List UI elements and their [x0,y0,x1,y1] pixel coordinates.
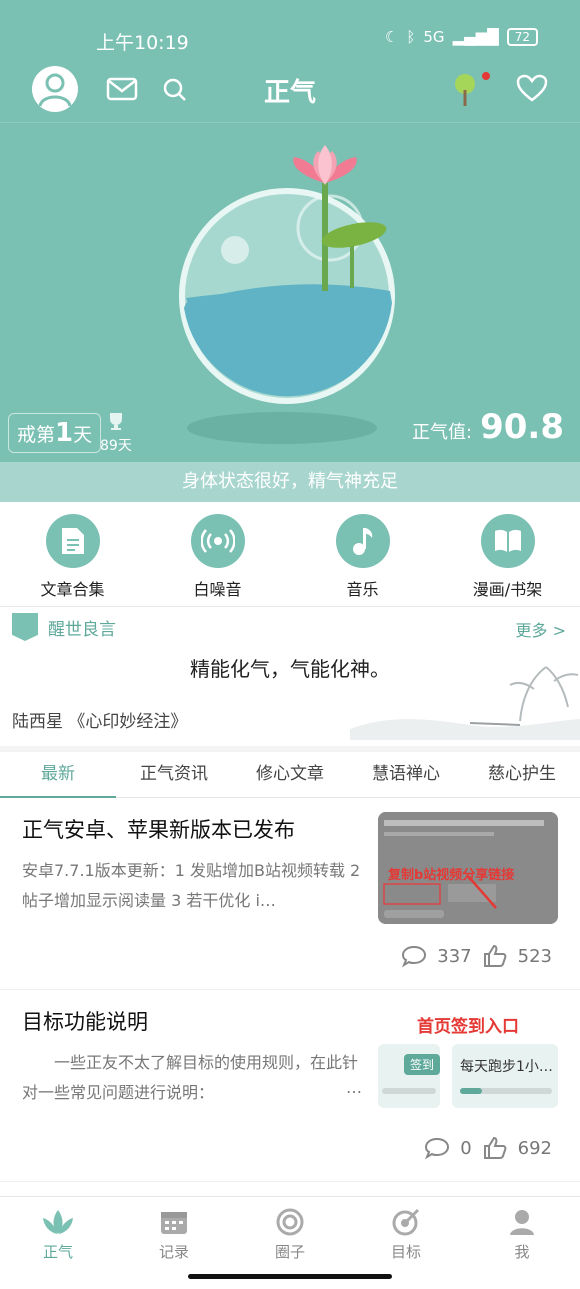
moon-icon: ☾ [384,28,399,46]
like-count: 692 [517,1137,552,1159]
status-bar: 上午10:19 ☾ ᛒ 5G ▂▄▆█ 72 [0,0,580,60]
more-link[interactable]: 更多 > [516,617,567,641]
trophy-icon [109,413,122,430]
thumbnail-goal-text: 每天跑步1小… [460,1059,553,1075]
quote-section-title: 醒世良言 [48,619,116,640]
day-prefix: 戒第 [17,424,56,446]
thumbs-up-icon[interactable] [482,1136,508,1160]
article-summary: 安卓7.7.1版本更新：1 发贴增加B站视频转载 2 帖子增加显示阅读量 3 若… [22,861,361,910]
best-days: 89天 [100,438,132,454]
comment-count: 0 [460,1137,472,1159]
quick-link-articles[interactable]: 文章合集 [0,502,145,606]
article-thumbnail: 复制b站视频分享链接 [378,812,558,924]
target-icon [392,1208,420,1236]
tab-articles[interactable]: 修心文章 [232,752,348,797]
document-icon [45,514,100,568]
quick-link-label: 白噪音 [193,580,242,599]
calendar-icon [161,1212,187,1234]
bluetooth-icon: ᛒ [406,28,416,46]
thumbnail-card-right: 每天跑步1小… [452,1044,558,1108]
article-card[interactable]: 正气安卓、苹果新版本已发布 安卓7.7.1版本更新：1 发贴增加B站视频转载 2… [0,798,580,990]
nav-label: 正气 [42,1243,73,1261]
nav-label: 我 [514,1243,530,1261]
quick-links: 文章合集 白噪音 音乐 漫画/书架 [0,502,580,606]
like-count: 523 [517,945,552,967]
quick-link-label: 文章合集 [40,580,105,599]
article-title: 目标功能说明 [22,1010,148,1034]
page-title: 正气 [263,78,316,108]
day-number: 1 [55,418,74,448]
article-title: 正气安卓、苹果新版本已发布 [22,818,295,842]
thumbnail-card-left: 签到 [378,1044,440,1108]
quote-section[interactable]: 醒世良言 更多 > 精能化气，气能化神。 陆西星 《心印妙经注》 [0,606,580,740]
tree-icon[interactable] [452,72,478,108]
abstain-day-counter[interactable]: 戒第1天 [8,413,102,453]
network-label: 5G [423,28,445,46]
comment-count: 337 [437,945,472,967]
lotus-icon [43,1210,73,1234]
quick-link-comics[interactable]: 漫画/书架 [435,502,580,606]
tab-latest[interactable]: 最新 [0,752,116,798]
book-icon [480,514,535,568]
body-status-bar: 身体状态很好，精气神充足 [0,462,580,502]
article-stats: 337 523 [401,944,552,968]
nav-item-zhengqi[interactable]: 正气 [0,1197,116,1289]
status-icons: ☾ ᛒ 5G ▂▄▆█ 72 [385,28,538,46]
nav-label: 圈子 [274,1243,305,1261]
value-number: 90.8 [480,407,564,447]
signal-icon: ▂▄▆█ [452,28,499,46]
comment-icon[interactable] [401,944,427,968]
home-indicator[interactable] [188,1274,392,1279]
tab-zen[interactable]: 慧语禅心 [348,752,464,797]
thumbnail-heading: 首页签到入口 [417,1017,519,1037]
category-tabs: 最新 正气资讯 修心文章 慧语禅心 慈心护生 [0,746,580,798]
quote-author: 陆西星 《心印妙经注》 [12,712,188,732]
zhengqi-value: 正气值: 90.8 [412,407,564,447]
article-summary: 一些正友不太了解目标的使用规则，在此针对一些常见问题进行说明： [22,1053,359,1102]
thumbs-up-icon[interactable] [482,944,508,968]
quote-header: 醒世良言 [12,613,116,641]
top-bar: 正气 [0,60,580,122]
day-suffix: 天 [73,424,93,446]
article-thumbnail: 首页签到入口 签到 每天跑步1小… [378,1010,558,1120]
hero-panel: 戒第1天 89天 正气值: 90.8 [0,122,580,462]
heart-icon[interactable] [516,74,548,102]
tab-protect-life[interactable]: 慈心护生 [464,752,580,797]
person-icon [510,1210,534,1235]
summary-ellipsis: … [346,1078,362,1097]
best-record[interactable]: 89天 [100,411,132,455]
status-time: 上午10:19 [96,32,189,54]
quote-text: 精能化气，气能化神。 [190,657,390,681]
value-label: 正气值: [412,422,473,443]
quick-link-music[interactable]: 音乐 [290,502,435,606]
quick-link-label: 漫画/书架 [472,580,543,599]
music-note-icon [335,514,390,568]
notification-dot [482,72,490,80]
radio-waves-icon [190,514,245,568]
nav-item-me[interactable]: 我 [464,1197,580,1289]
thumbnail-checkin-chip: 签到 [404,1054,440,1075]
tab-news[interactable]: 正气资讯 [116,752,232,797]
thumbnail-overlay-text: 复制b站视频分享链接 [388,868,515,883]
battery-indicator: 72 [506,28,538,46]
quick-link-label: 音乐 [346,580,379,599]
comment-icon[interactable] [424,1136,450,1160]
circle-icon [276,1208,304,1236]
nav-label: 目标 [390,1243,421,1261]
bulb-badge-icon [12,613,38,641]
quick-link-white-noise[interactable]: 白噪音 [145,502,290,606]
article-card[interactable]: 目标功能说明 一些正友不太了解目标的使用规则，在此针对一些常见问题进行说明： …… [0,990,580,1182]
nav-label: 记录 [158,1243,189,1261]
article-stats: 0 692 [424,1136,552,1160]
